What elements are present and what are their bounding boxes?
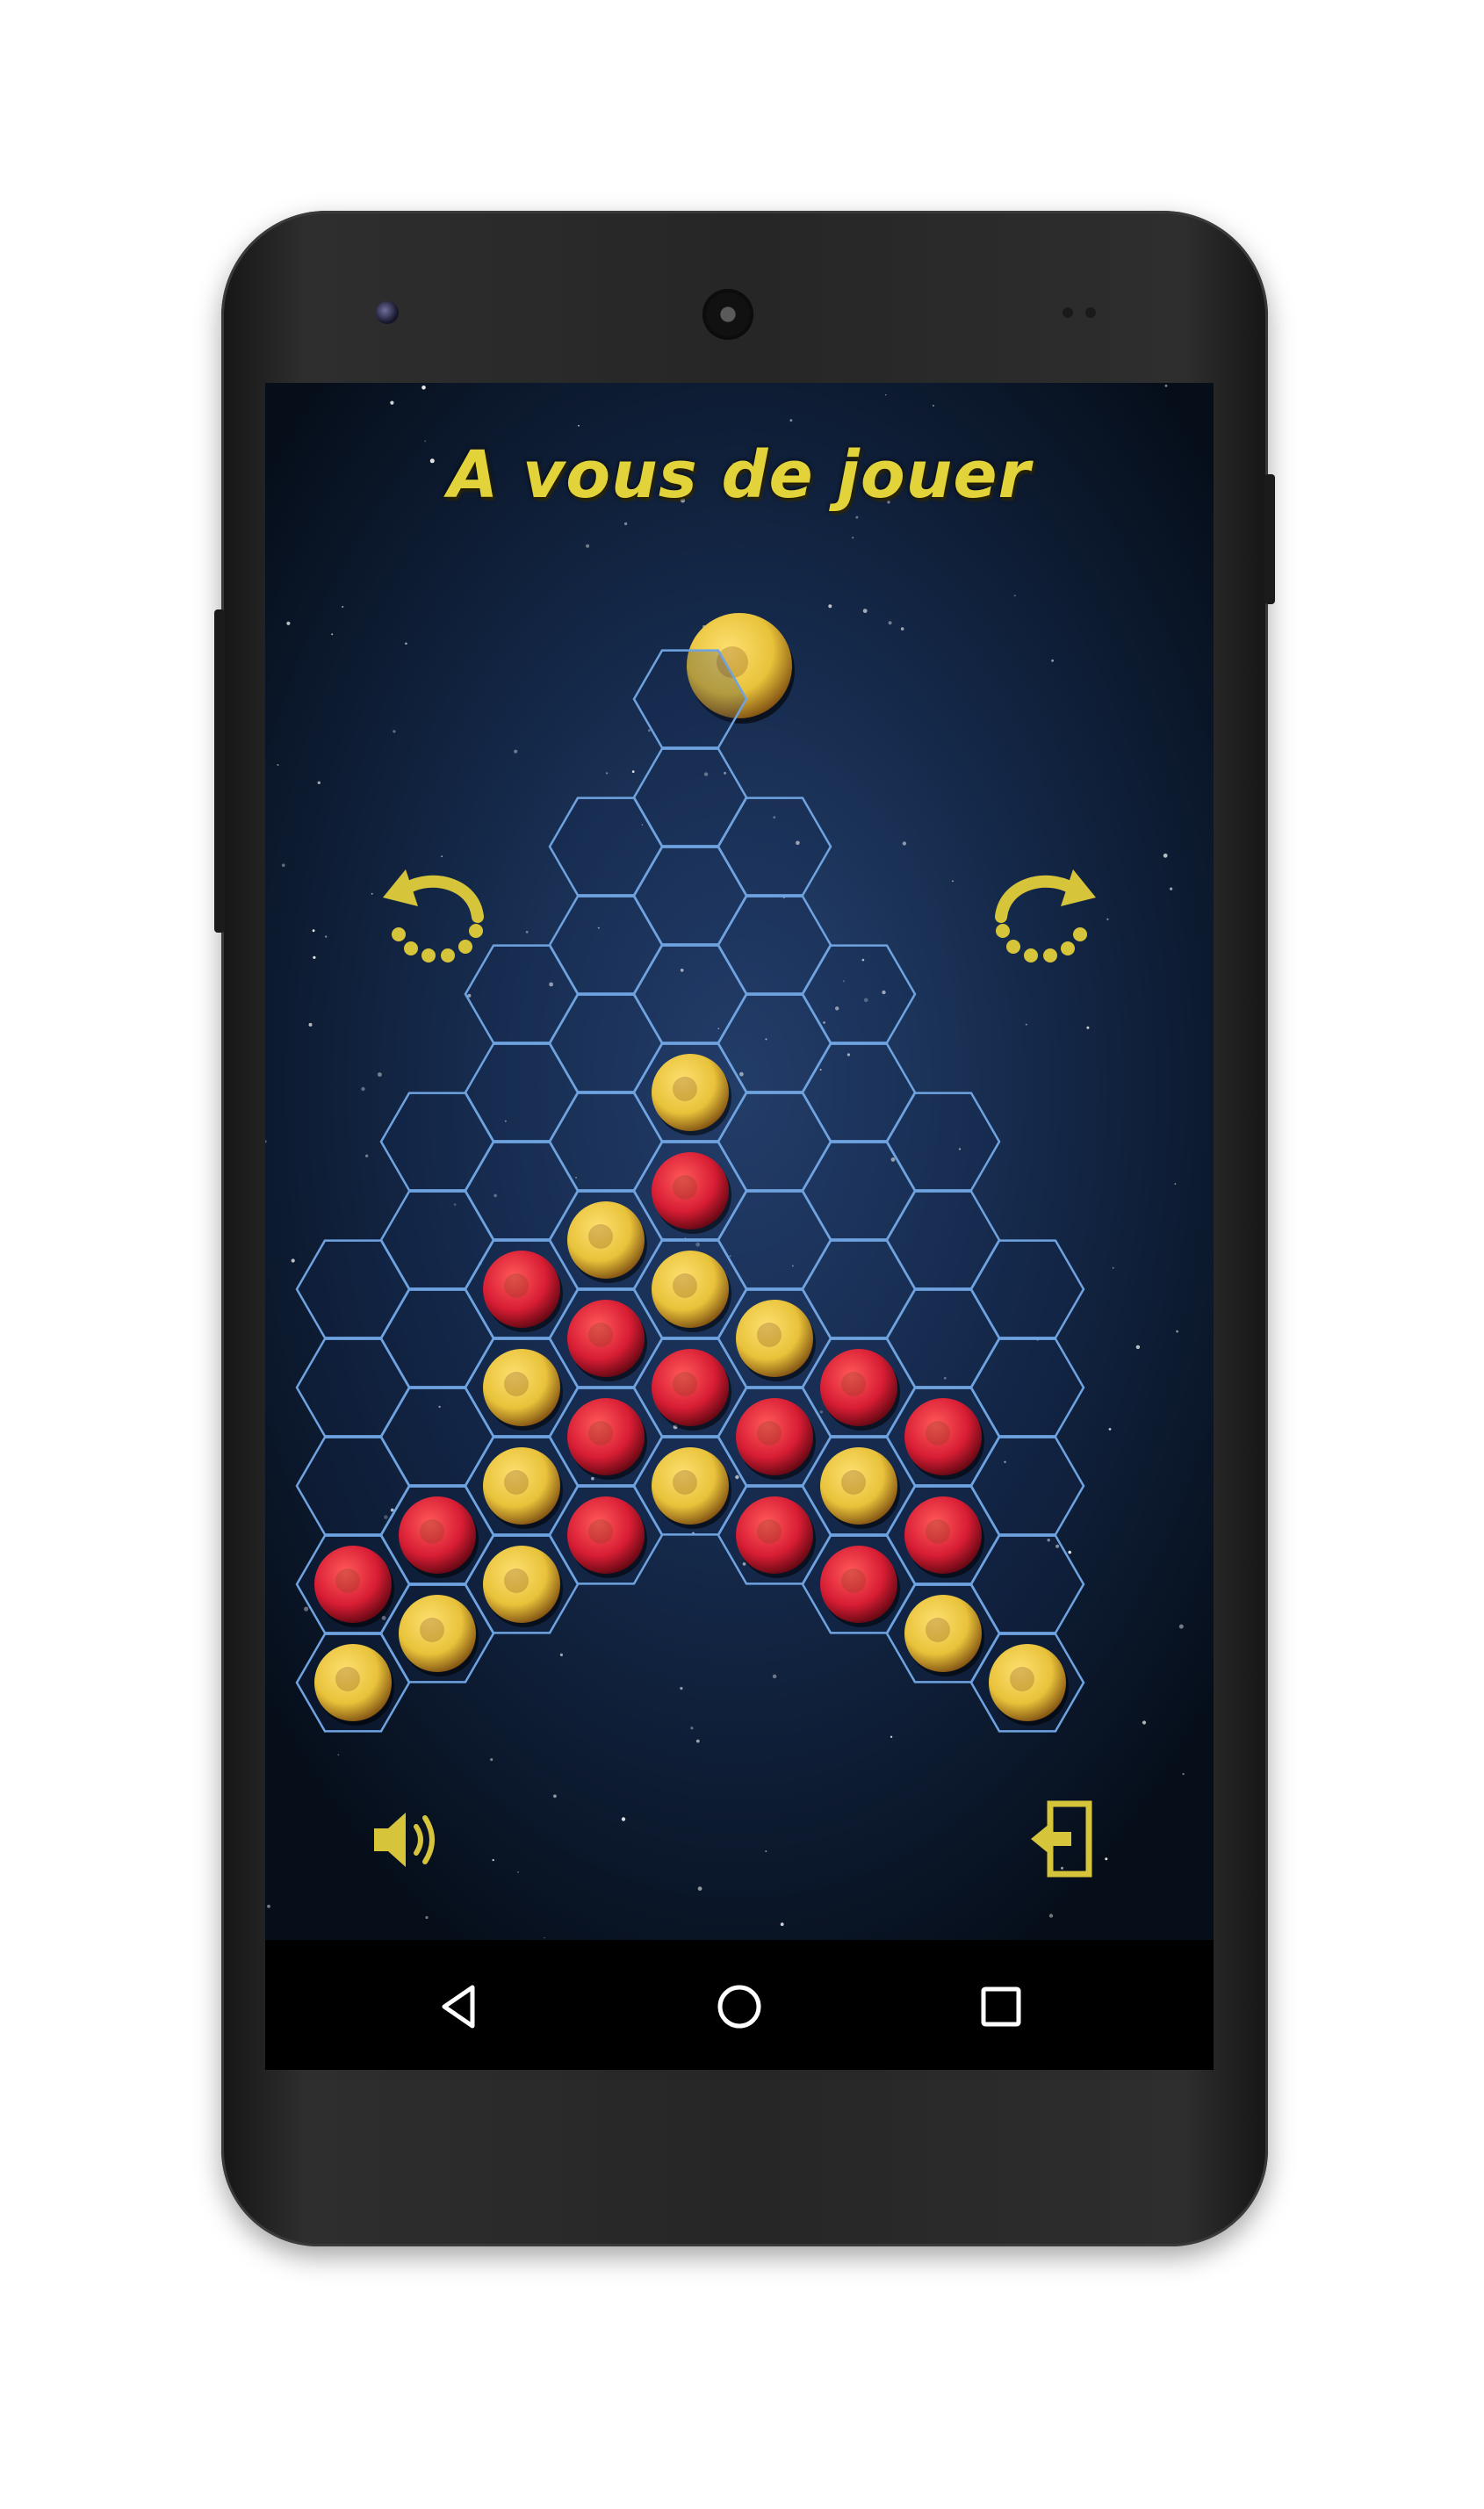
back-triangle-icon xyxy=(442,1985,475,2029)
hex-cell[interactable] xyxy=(632,649,748,749)
nav-back-button[interactable] xyxy=(425,1972,495,2042)
front-sensor xyxy=(376,301,399,324)
game-area: A vous de jouer xyxy=(265,383,1214,1940)
speaker-volume-icon xyxy=(374,1813,435,1867)
exit-door-icon xyxy=(1031,1800,1092,1878)
volume-button xyxy=(214,609,225,933)
recents-square-icon xyxy=(981,1986,1021,2027)
sound-button[interactable] xyxy=(367,1800,451,1879)
home-circle-icon xyxy=(717,1985,761,2029)
phone-frame: A vous de jouer xyxy=(214,211,1275,2246)
proximity-sensor xyxy=(1063,307,1073,318)
front-camera xyxy=(702,289,753,340)
light-sensor xyxy=(1085,307,1096,318)
nav-recents-button[interactable] xyxy=(966,1972,1036,2042)
screen: A vous de jouer xyxy=(265,383,1214,2070)
nav-home-button[interactable] xyxy=(704,1972,774,2042)
hex-board[interactable] xyxy=(265,383,1214,1940)
exit-button[interactable] xyxy=(1024,1797,1103,1881)
power-button xyxy=(1264,474,1275,604)
android-nav-bar xyxy=(265,1940,1214,2070)
